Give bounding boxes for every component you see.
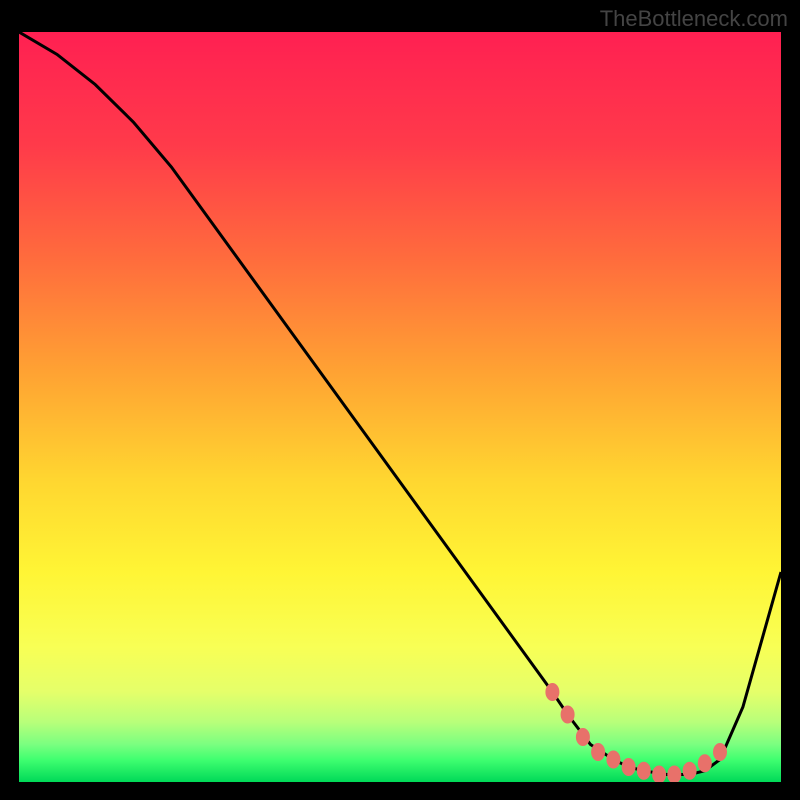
chart-container: TheBottleneck.com (0, 0, 800, 800)
plot-area (19, 32, 781, 782)
marker-dot (713, 743, 727, 761)
marker-dot (683, 762, 697, 780)
watermark-text: TheBottleneck.com (600, 6, 788, 32)
marker-dot (606, 751, 620, 769)
chart-svg (19, 32, 781, 782)
marker-dot (545, 683, 559, 701)
marker-dot (576, 728, 590, 746)
marker-dot (591, 743, 605, 761)
marker-dot (561, 706, 575, 724)
gradient-background (19, 32, 781, 782)
marker-dot (622, 758, 636, 776)
marker-dot (698, 754, 712, 772)
marker-dot (637, 762, 651, 780)
